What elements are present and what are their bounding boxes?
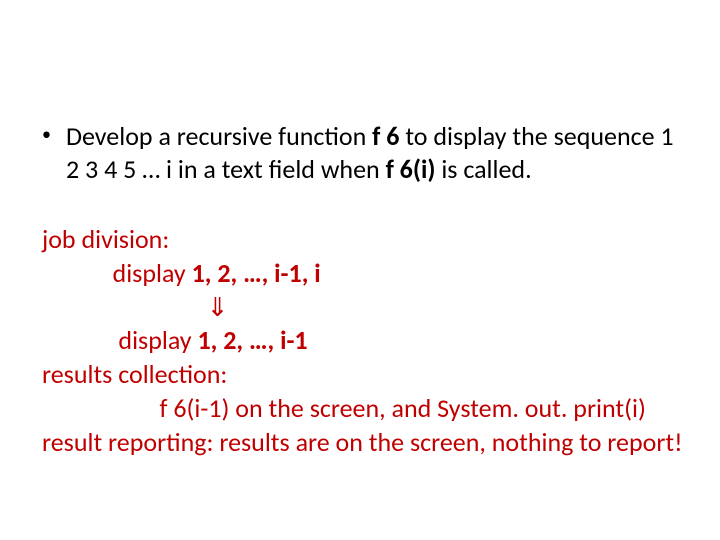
text-bold: f 6 [372,120,399,152]
red-line-2: display 1, 2, …, i-1, i [42,257,678,291]
red-line-4: display 1, 2, …, i-1 [42,324,678,358]
text-bold: 1, 2, …, i-1, i [192,257,321,289]
bullet-dot: • [42,120,66,146]
red-line-5: results collection: [42,358,678,392]
text-fragment: display [42,324,197,356]
text-fragment: is called. [435,153,531,185]
red-line-3-arrow: ⇓ [42,291,678,325]
red-line-1: job division: [42,223,678,257]
red-block: job division: display 1, 2, …, i-1, i ⇓ … [42,223,678,460]
slide: • Develop a recursive function f 6 to di… [0,0,720,540]
red-line-6: f 6(i-1) on the screen, and System. out.… [42,392,678,426]
text-fragment: display [42,257,192,289]
text-bold: f 6(i) [386,153,436,185]
text-bold: 1, 2, …, i-1 [197,324,307,356]
red-line-7: result reporting: results are on the scr… [42,426,678,460]
bullet-item: • Develop a recursive function f 6 to di… [42,120,678,185]
text-fragment: Develop a recursive function [66,120,372,152]
bullet-text: Develop a recursive function f 6 to disp… [66,120,678,185]
